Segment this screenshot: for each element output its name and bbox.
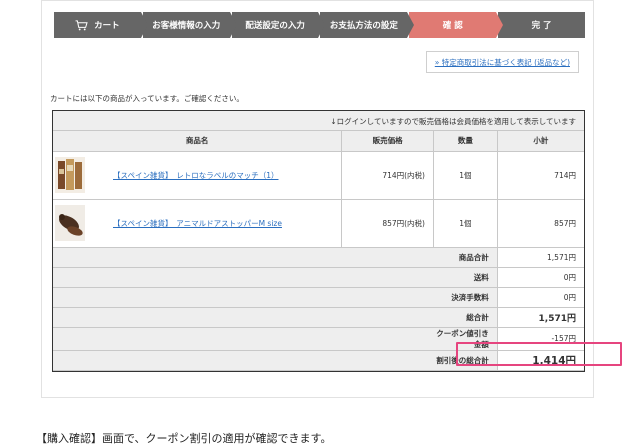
summary-label: 総合計 [433,306,498,328]
intro-text: カートには以下の商品が入っています。ご確認ください。 [50,94,244,103]
qty-cell: 1個 [432,198,498,248]
step-label: カート [94,21,120,31]
summary-label: クーポン値引き金額 [433,326,498,351]
summary-value: 0円 [496,286,584,308]
summary-row-shipping: 送料 0円 [53,266,584,288]
step-payment: お支払方法の設定 [320,12,415,38]
step-label: 配送設定の入力 [245,21,305,31]
price-cell: 857円(内税) [341,198,434,248]
summary-label: 送料 [433,266,498,288]
col-header-name: 商品名 [53,131,343,152]
summary-row-after-discount: 割引後の総合計 1,414円 [53,349,584,371]
summary-value: -157円 [496,326,584,351]
step-shipping: 配送設定の入力 [231,12,326,38]
match-box-thumbnail[interactable] [55,157,85,193]
member-price-notice: ↓ログインしていますので販売価格は会員価格を適用して表示しています [53,111,584,131]
subtotal-cell: 714円 [496,150,584,200]
door-stopper-thumbnail[interactable] [55,205,85,241]
summary-label: 割引後の総合計 [433,349,498,371]
table-row: 【スペイン雑貨】 アニマルドアストッパーM size 857円(内税) 1個 8… [53,198,584,248]
product-cell: 【スペイン雑貨】 アニマルドアストッパーM size [53,198,343,248]
summary-row-grand-total: 総合計 1,571円 [53,306,584,328]
subtotal-cell: 857円 [496,198,584,248]
summary-value: 1,571円 [496,246,584,268]
summary-value: 0円 [496,266,584,288]
price-cell: 714円(内税) [341,150,434,200]
product-link[interactable]: 【スペイン雑貨】 アニマルドアストッパーM size [113,218,282,229]
step-label: 確 認 [442,21,463,31]
step-label: 完 了 [531,21,552,31]
col-header-price: 販売価格 [341,131,434,152]
step-label: お客様情報の入力 [152,21,221,31]
table-header-row: 商品名 販売価格 数量 小計 [53,131,584,152]
product-cell: 【スペイン雑貨】 レトロなラベルのマッチ（1） [53,150,343,200]
cart-table: ↓ログインしていますので販売価格は会員価格を適用して表示しています 商品名 販売… [52,110,585,372]
checkout-steps: カート お客様情報の入力 配送設定の入力 お支払方法の設定 確 認 完 了 [54,12,585,38]
checkout-panel: カート お客様情報の入力 配送設定の入力 お支払方法の設定 確 認 完 了 » … [41,0,622,398]
step-complete: 完 了 [498,12,585,38]
summary-label: 商品合計 [433,246,498,268]
summary-value: 1,571円 [496,306,584,328]
col-header-subtotal: 小計 [496,131,584,152]
step-label: お支払方法の設定 [329,21,398,31]
step-cart: カート [54,12,148,38]
product-link[interactable]: 【スペイン雑貨】 レトロなラベルのマッチ（1） [113,170,279,181]
summary-row-goods-total: 商品合計 1,571円 [53,246,584,268]
cart-icon [75,19,88,30]
caption-text: 【購入確認】画面で、クーポン割引の適用が確認できます。 [36,432,332,445]
summary-value: 1,414円 [496,349,584,371]
col-header-qty: 数量 [432,131,498,152]
summary-label: 決済手数料 [433,286,498,308]
step-confirm: 確 認 [409,12,503,38]
commerce-law-link[interactable]: » 特定商取引法に基づく表記 (返品など) [425,51,579,73]
qty-cell: 1個 [432,150,498,200]
summary-row-fee: 決済手数料 0円 [53,286,584,308]
step-customer-info: お客様情報の入力 [142,12,237,38]
table-row: 【スペイン雑貨】 レトロなラベルのマッチ（1） 714円(内税) 1個 714円 [53,150,584,200]
summary-row-coupon: クーポン値引き金額 -157円 [53,326,584,351]
